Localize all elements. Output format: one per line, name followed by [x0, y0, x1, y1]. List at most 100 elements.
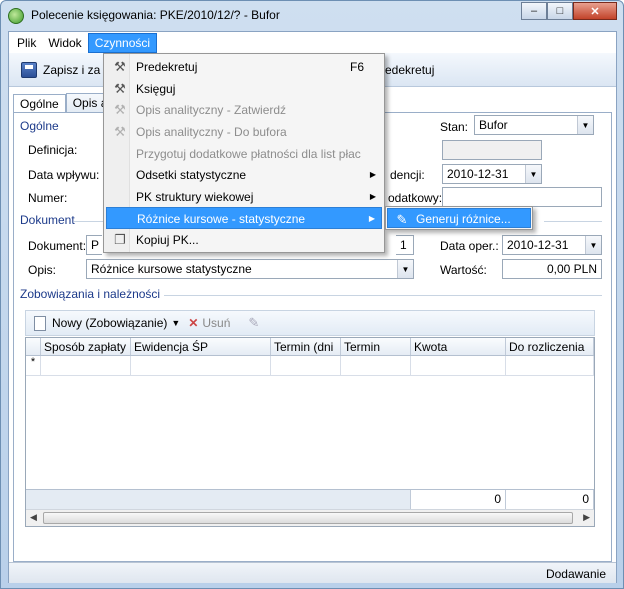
dokument-field-end[interactable]: 1 — [396, 235, 414, 255]
delete-icon: ✕ — [188, 316, 199, 330]
table-cell[interactable] — [341, 356, 411, 376]
chevron-down-icon[interactable]: ▼ — [585, 236, 601, 254]
disabled-field — [442, 140, 542, 160]
czynnosci-menu: ⚒ Predekretuj F6 ⚒ Księguj ⚒ Opis analit… — [103, 53, 385, 253]
column-header[interactable]: Do rozliczenia — [506, 338, 594, 355]
hammer-icon: ⚒ — [114, 59, 126, 74]
menu-item-przygotuj-platnosci[interactable]: Przygotuj dodatkowe płatności dla list p… — [106, 143, 382, 165]
status-bar: Dodawanie — [9, 562, 616, 583]
grid-toolbar: Nowy (Zobowiązanie) ▼ ✕ Usuń ✎ — [25, 310, 595, 336]
submenu-arrow-icon: ▶ — [368, 214, 375, 223]
grid-footer: 0 0 — [26, 489, 594, 509]
stan-label: Stan: — [440, 120, 469, 134]
menu-item-roznice-kursowe[interactable]: Różnice kursowe - statystyczne ▶ — [106, 207, 382, 229]
table-cell[interactable] — [271, 356, 341, 376]
delete-button[interactable]: Usuń — [202, 316, 230, 330]
footer-spacer — [26, 490, 411, 509]
column-header[interactable]: Termin — [341, 338, 411, 355]
menu-item-pk-struktury[interactable]: PK struktury wiekowej ▶ — [106, 186, 382, 208]
new-row-marker: * — [26, 356, 41, 376]
data-ewidencji-field[interactable]: 2010-12-31 ▼ — [442, 164, 542, 184]
opis-label: Opis: — [28, 263, 57, 277]
opis-value: Różnice kursowe statystyczne — [91, 262, 252, 276]
menu-bar: Plik Widok Czynności — [9, 32, 616, 53]
dokument-value: P — [91, 238, 100, 252]
dokument-field[interactable]: P — [86, 235, 102, 255]
row-indicator-header — [26, 338, 41, 355]
opis-combo[interactable]: Różnice kursowe statystyczne ▼ — [86, 259, 414, 279]
menu-item-odsetki[interactable]: Odsetki statystyczne ▶ — [106, 164, 382, 186]
obligations-grid: Sposób zapłaty Ewidencja ŚP Termin (dni … — [25, 337, 595, 527]
submenu-arrow-icon: ▶ — [369, 192, 376, 201]
edit-icon[interactable]: ✎ — [248, 315, 259, 331]
menu-item-label: Księguj — [136, 82, 176, 96]
menu-item-opis-do-bufora[interactable]: ⚒ Opis analityczny - Do bufora — [106, 121, 382, 143]
table-cell[interactable] — [506, 356, 594, 376]
predekretuj-toolbar-button[interactable]: redekretuj — [381, 63, 434, 77]
scroll-right-icon[interactable]: ▶ — [583, 512, 590, 523]
table-row[interactable]: * — [26, 356, 594, 376]
app-icon — [8, 8, 24, 24]
menu-item-opis-zatwierdz[interactable]: ⚒ Opis analityczny - Zatwierdź — [106, 99, 382, 121]
horizontal-scrollbar[interactable]: ◀ ▶ — [26, 509, 594, 526]
data-wplywu-label: Data wpływu: — [28, 168, 100, 182]
save-close-button[interactable]: Zapisz i za — [43, 63, 100, 77]
table-cell[interactable] — [411, 356, 506, 376]
maximize-button[interactable]: □ — [547, 2, 573, 20]
chevron-down-icon[interactable]: ▼ — [525, 165, 541, 183]
menu-widok[interactable]: Widok — [42, 34, 87, 52]
data-ewidencji-value: 2010-12-31 — [447, 167, 509, 181]
title-bar[interactable]: Polecenie księgowania: PKE/2010/12/? - B… — [1, 1, 623, 31]
stan-combo[interactable]: Bufor ▼ — [474, 115, 594, 135]
wartosc-label: Wartość: — [440, 263, 487, 277]
data-oper-field[interactable]: 2010-12-31 ▼ — [502, 235, 602, 255]
submenu-arrow-icon: ▶ — [369, 170, 376, 179]
new-obligation-button[interactable]: Nowy (Zobowiązanie) — [52, 316, 167, 330]
column-header[interactable]: Termin (dni — [271, 338, 341, 355]
menu-item-generuj-roznice[interactable]: ✎ Generuj różnice... — [387, 208, 531, 228]
section-zobowiazania: Zobowiązania i należności — [20, 287, 161, 301]
wand-icon: ✎ — [396, 212, 408, 227]
wartosc-field[interactable]: 0,00 PLN — [502, 259, 602, 279]
copy-icon: ❐ — [114, 232, 126, 247]
scroll-thumb[interactable] — [43, 512, 573, 524]
menu-czynnosci[interactable]: Czynności — [87, 32, 158, 53]
column-header[interactable]: Kwota — [411, 338, 506, 355]
numer-label: Numer: — [28, 191, 68, 205]
section-divider — [544, 221, 602, 222]
menu-item-ksieguj[interactable]: ⚒ Księguj — [106, 78, 382, 100]
scroll-left-icon[interactable]: ◀ — [30, 512, 37, 523]
dokument-label: Dokument: — [28, 239, 87, 253]
menu-item-label: Opis analityczny - Do bufora — [136, 125, 287, 139]
main-window: Polecenie księgowania: PKE/2010/12/? - B… — [0, 0, 624, 589]
data-ewidencji-label: dencji: — [390, 168, 425, 182]
column-header[interactable]: Ewidencja ŚP — [131, 338, 271, 355]
menu-item-kopiuj-pk[interactable]: ❐ Kopiuj PK... — [106, 229, 382, 251]
chevron-down-icon[interactable]: ▼ — [171, 318, 180, 328]
section-divider — [164, 295, 602, 296]
menu-item-label: Różnice kursowe - statystyczne — [137, 212, 306, 226]
hammer-icon: ⚒ — [114, 102, 126, 117]
menu-item-label: Odsetki statystyczne — [136, 168, 247, 182]
section-ogolne: Ogólne — [20, 119, 59, 133]
menu-item-shortcut: F6 — [349, 60, 364, 74]
menu-item-predekretuj[interactable]: ⚒ Predekretuj F6 — [106, 56, 382, 78]
chevron-down-icon[interactable]: ▼ — [397, 260, 413, 278]
hammer-icon: ⚒ — [114, 81, 126, 96]
save-icon[interactable] — [21, 61, 37, 78]
opis-dodatkowy-field[interactable] — [442, 187, 602, 207]
close-button[interactable]: ✕ — [573, 2, 617, 20]
chevron-down-icon[interactable]: ▼ — [577, 116, 593, 134]
minimize-button[interactable]: – — [521, 2, 547, 20]
menu-item-label: PK struktury wiekowej — [136, 190, 254, 204]
tab-ogolne[interactable]: Ogólne — [13, 94, 66, 114]
column-header[interactable]: Sposób zapłaty — [41, 338, 131, 355]
data-oper-value: 2010-12-31 — [507, 238, 569, 252]
menu-plik[interactable]: Plik — [11, 34, 42, 52]
grid-header: Sposób zapłaty Ewidencja ŚP Termin (dni … — [26, 338, 594, 356]
table-cell[interactable] — [131, 356, 271, 376]
dokument-value-end: 1 — [400, 238, 407, 252]
new-document-icon — [34, 315, 46, 331]
table-cell[interactable] — [41, 356, 131, 376]
menu-item-label: Predekretuj — [136, 60, 198, 74]
